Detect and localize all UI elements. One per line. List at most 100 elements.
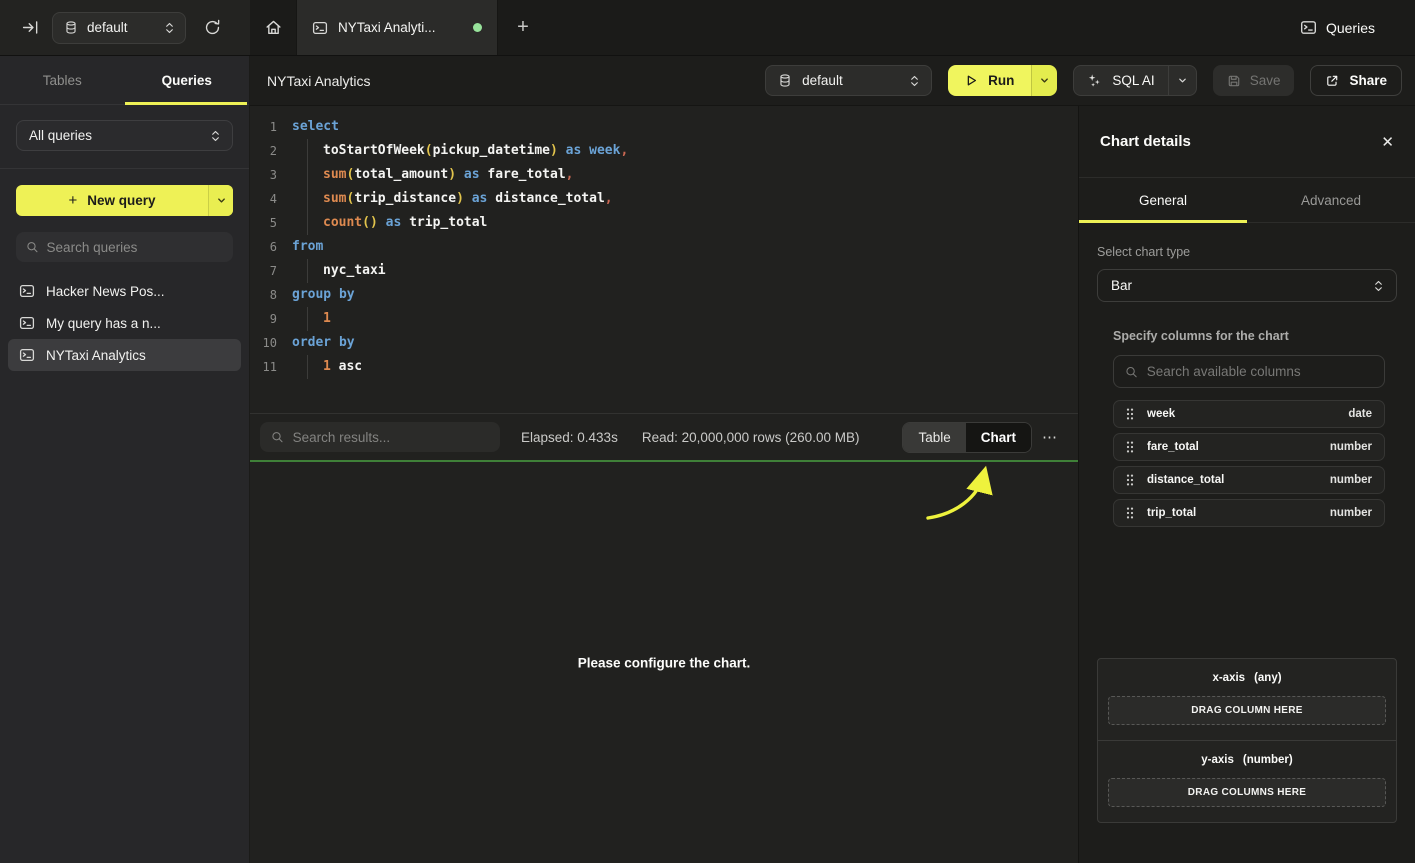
sidebar: Tables Queries All queries + New query: [0, 56, 250, 863]
sql-token: ): [456, 187, 464, 211]
tab-advanced[interactable]: Advanced: [1247, 178, 1415, 222]
line-number: 3: [250, 163, 277, 187]
columns-search-input[interactable]: [1147, 364, 1373, 379]
line-number: 10: [250, 331, 277, 355]
column-chip-fare_total[interactable]: fare_totalnumber: [1113, 433, 1385, 461]
new-query-main[interactable]: + New query: [16, 185, 208, 216]
close-panel-button[interactable]: ✕: [1381, 133, 1394, 151]
share-button[interactable]: Share: [1310, 65, 1402, 96]
sql-code: sum(total_amount) as fare_total,: [292, 163, 573, 187]
query-filter-dropdown[interactable]: All queries: [16, 120, 233, 151]
column-chip-distance_total[interactable]: distance_totalnumber: [1113, 466, 1385, 494]
run-button-main[interactable]: Run: [948, 65, 1031, 96]
unsaved-changes-dot: [473, 23, 482, 32]
sql-ai-main[interactable]: SQL AI: [1074, 66, 1167, 95]
sql-token: count: [323, 211, 362, 235]
query-list-item[interactable]: NYTaxi Analytics: [8, 339, 241, 371]
query-list-item[interactable]: Hacker News Pos...: [8, 275, 241, 307]
column-name: distance_total: [1147, 474, 1224, 486]
query-search-input[interactable]: [47, 240, 223, 255]
run-database-selector[interactable]: default: [765, 65, 932, 96]
queries-nav-label: Queries: [1326, 20, 1375, 36]
sql-token: fare_total: [487, 163, 565, 187]
sql-code: nyc_taxi: [292, 259, 386, 283]
results-search-input[interactable]: [293, 430, 489, 445]
new-tab-button[interactable]: +: [498, 0, 548, 55]
sql-token: as: [464, 187, 495, 211]
body: Tables Queries All queries + New query: [0, 56, 1415, 863]
query-filter-value: All queries: [29, 128, 211, 143]
sql-token: total_amount: [354, 163, 448, 187]
y-axis-drop-zone[interactable]: DRAG COLUMNS HERE: [1108, 778, 1386, 807]
column-type: number: [1330, 441, 1372, 453]
sql-ai-button[interactable]: SQL AI: [1073, 65, 1196, 96]
query-icon: [19, 315, 35, 331]
query-search-box[interactable]: [16, 232, 233, 262]
sql-line: 2 toStartOfWeek(pickup_datetime) as week,: [250, 139, 1078, 163]
axis-config-box: x-axis(any) DRAG COLUMN HERE y-axis(numb…: [1097, 658, 1397, 823]
line-number: 1: [250, 115, 277, 139]
run-options-button[interactable]: [1031, 65, 1057, 96]
collapse-sidebar-button[interactable]: [18, 16, 42, 40]
column-name: week: [1147, 408, 1175, 420]
sql-ai-dropdown-button[interactable]: [1168, 66, 1196, 95]
sidebar-tab-tables[interactable]: Tables: [0, 56, 125, 104]
refresh-button[interactable]: [199, 15, 225, 41]
sql-code: count() as trip_total: [292, 211, 487, 235]
x-axis-drop-zone[interactable]: DRAG COLUMN HERE: [1108, 696, 1386, 725]
sidebar-tabs: Tables Queries: [0, 56, 249, 105]
sql-code: toStartOfWeek(pickup_datetime) as week,: [292, 139, 628, 163]
run-button[interactable]: Run: [948, 65, 1057, 96]
sql-token: ,: [566, 163, 574, 187]
line-number: 2: [250, 139, 277, 163]
sql-token: order by: [292, 331, 355, 355]
x-axis-constraint: (any): [1254, 672, 1281, 684]
columns-search-box[interactable]: [1113, 355, 1385, 388]
line-number: 11: [250, 355, 277, 379]
query-list-item[interactable]: My query has a n...: [8, 307, 241, 339]
sql-line: 5count() as trip_total: [250, 211, 1078, 235]
column-chip-week[interactable]: weekdate: [1113, 400, 1385, 428]
save-label: Save: [1250, 73, 1281, 88]
sql-token: ): [448, 163, 456, 187]
column-chip-trip_total[interactable]: trip_totalnumber: [1113, 499, 1385, 527]
editor-and-results: 1select2toStartOfWeek(pickup_datetime) a…: [250, 106, 1078, 863]
more-options-button[interactable]: ⋯: [1032, 428, 1068, 446]
sidebar-tab-queries[interactable]: Queries: [125, 56, 250, 104]
chevron-updown-icon: [1374, 279, 1383, 293]
sql-token: asc: [331, 355, 362, 379]
chart-type-selector[interactable]: Bar: [1097, 269, 1397, 302]
tab-strip: NYTaxi Analyti... +: [250, 0, 548, 55]
tab-nytaxi-analytics[interactable]: NYTaxi Analyti...: [296, 0, 498, 55]
tab-general[interactable]: General: [1079, 178, 1247, 222]
chevron-down-icon: [217, 196, 226, 205]
share-icon: [1325, 74, 1339, 88]
y-axis-constraint: (number): [1243, 754, 1293, 766]
database-icon: [64, 20, 78, 35]
results-search-box[interactable]: [260, 422, 500, 452]
queries-nav-button[interactable]: Queries: [1300, 19, 1375, 36]
new-query-dropdown-button[interactable]: [208, 185, 233, 216]
new-query-label: New query: [87, 193, 155, 208]
home-button[interactable]: [250, 0, 296, 55]
sql-token: distance_total: [495, 187, 605, 211]
save-button[interactable]: Save: [1213, 65, 1295, 96]
sql-token: (: [346, 163, 354, 187]
sql-token: (): [362, 211, 378, 235]
view-toggle-table[interactable]: Table: [903, 423, 965, 452]
sql-code: group by: [292, 283, 355, 307]
sql-line: 111 asc: [250, 355, 1078, 379]
x-axis-section: x-axis(any) DRAG COLUMN HERE: [1098, 659, 1396, 740]
query-filter-row: All queries: [0, 105, 249, 169]
sql-line: 8group by: [250, 283, 1078, 307]
sql-token: group by: [292, 283, 355, 307]
sql-code: from: [292, 235, 323, 259]
indent-guide: [307, 259, 323, 283]
view-toggle-chart[interactable]: Chart: [966, 423, 1031, 452]
topbar-database-selector[interactable]: default: [52, 12, 186, 44]
app-window: default NYTaxi Analyti..: [0, 0, 1415, 863]
sql-editor[interactable]: 1select2toStartOfWeek(pickup_datetime) a…: [250, 106, 1078, 413]
new-query-button[interactable]: + New query: [16, 185, 233, 216]
sql-token: week: [589, 139, 620, 163]
chevron-updown-icon: [165, 21, 174, 35]
